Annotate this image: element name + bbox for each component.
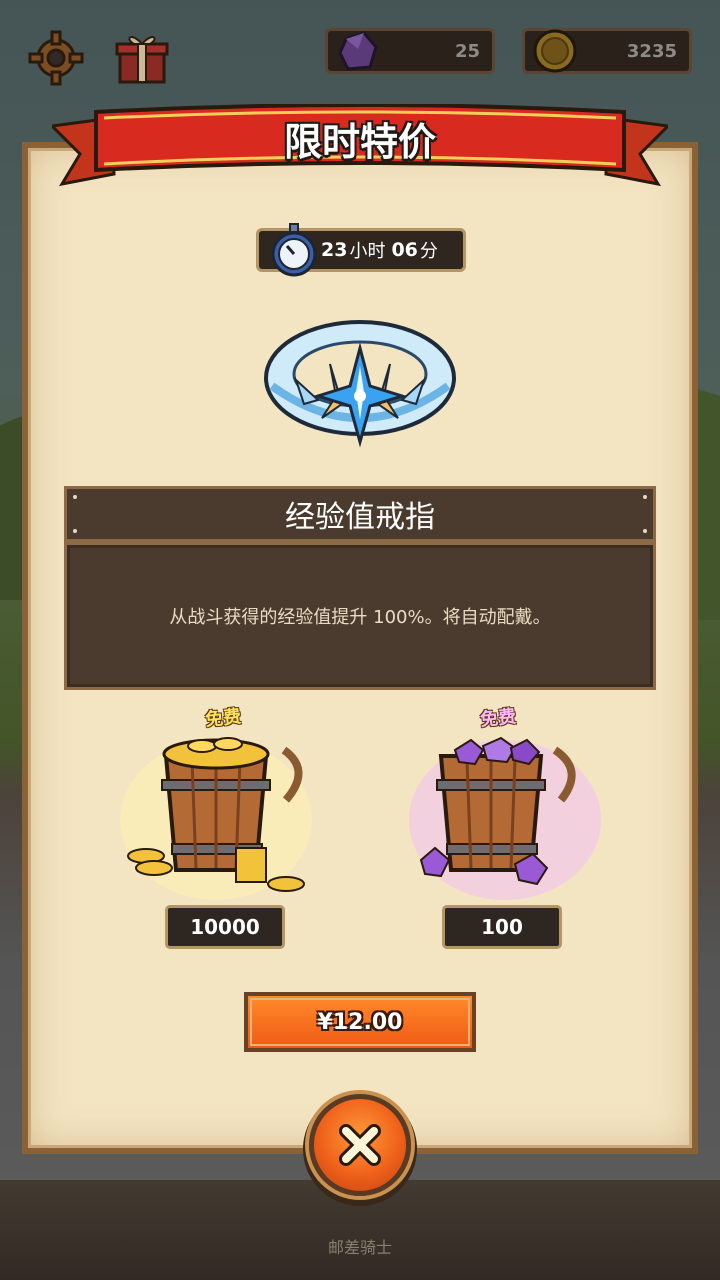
- item-description-box: 从战斗获得的经验值提升 100%。将自动配戴。: [64, 542, 656, 690]
- timer-minutes-unit: 分: [419, 241, 438, 262]
- gift-box-icon[interactable]: [114, 30, 170, 86]
- offer-title: 限时特价: [283, 119, 436, 164]
- purchase-button[interactable]: ¥12.00: [244, 992, 476, 1052]
- item-name-bar: 经验值戒指: [64, 486, 656, 542]
- gold-coin-icon: [533, 29, 577, 73]
- timer-minutes: 06: [391, 239, 418, 261]
- timer-hours-unit: 小时: [349, 241, 386, 262]
- close-button[interactable]: [309, 1094, 411, 1196]
- gold-reward-amount: 10000: [165, 905, 285, 949]
- gem-counter[interactable]: 25: [325, 28, 495, 74]
- coin-count: 3235: [626, 40, 677, 62]
- gem-count: 25: [454, 40, 480, 62]
- purple-gem-icon: [338, 31, 378, 71]
- coin-counter[interactable]: 3235: [522, 28, 692, 74]
- timer-hours: 23: [321, 239, 348, 261]
- close-icon: [339, 1124, 381, 1166]
- experience-ring-icon: [264, 320, 456, 448]
- item-description: 从战斗获得的经验值提升 100%。将自动配戴。: [169, 607, 551, 628]
- purple-gem-bucket-icon: [409, 736, 601, 900]
- settings-gear-icon[interactable]: [28, 30, 84, 86]
- footer-game-title: 邮差骑士: [327, 1238, 392, 1257]
- item-name: 经验值戒指: [285, 500, 435, 535]
- gem-reward-amount: 100: [442, 905, 562, 949]
- gold-coin-bucket-icon: [120, 737, 312, 900]
- stopwatch-icon: [271, 223, 317, 277]
